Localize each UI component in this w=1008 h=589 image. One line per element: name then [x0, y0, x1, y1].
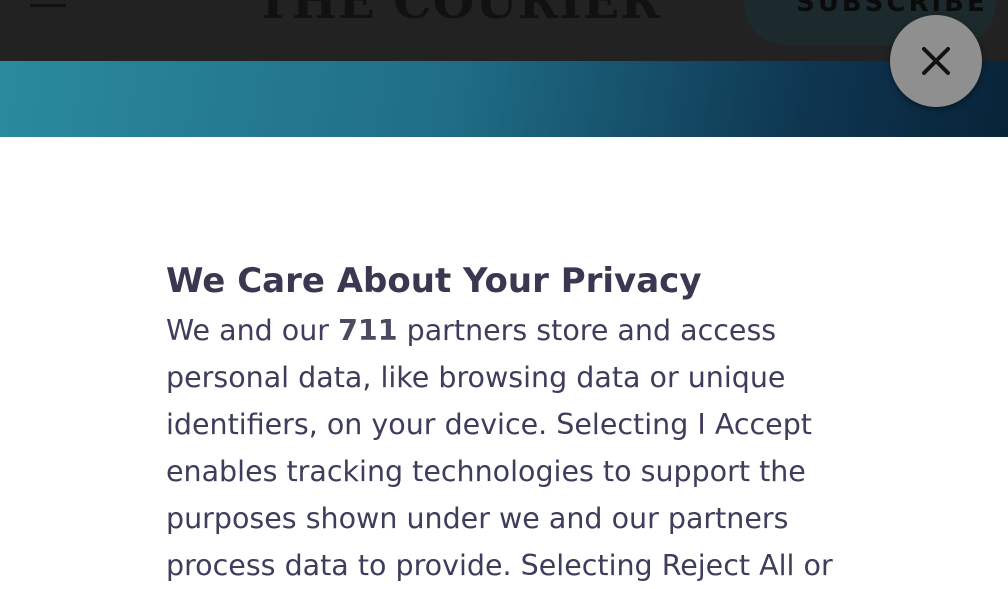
privacy-body-start: We and our: [166, 314, 339, 347]
close-icon: [922, 47, 950, 75]
privacy-body: We and our 711 partners store and access…: [166, 307, 836, 589]
partner-count[interactable]: 711: [338, 314, 398, 347]
privacy-dialog: We Care About Your Privacy We and our 71…: [166, 260, 836, 589]
privacy-title: We Care About Your Privacy: [166, 261, 702, 301]
privacy-body-rest: partners store and access personal data,…: [166, 314, 833, 582]
subscribe-label: SUBSCRIBE: [796, 0, 988, 18]
header-banner: [0, 61, 1008, 137]
close-button[interactable]: [890, 15, 982, 107]
hamburger-menu-icon[interactable]: [30, 0, 66, 14]
site-logo[interactable]: THE COURIER: [255, 0, 661, 30]
site-header: THE COURIER SUBSCRIBE: [0, 0, 1008, 61]
